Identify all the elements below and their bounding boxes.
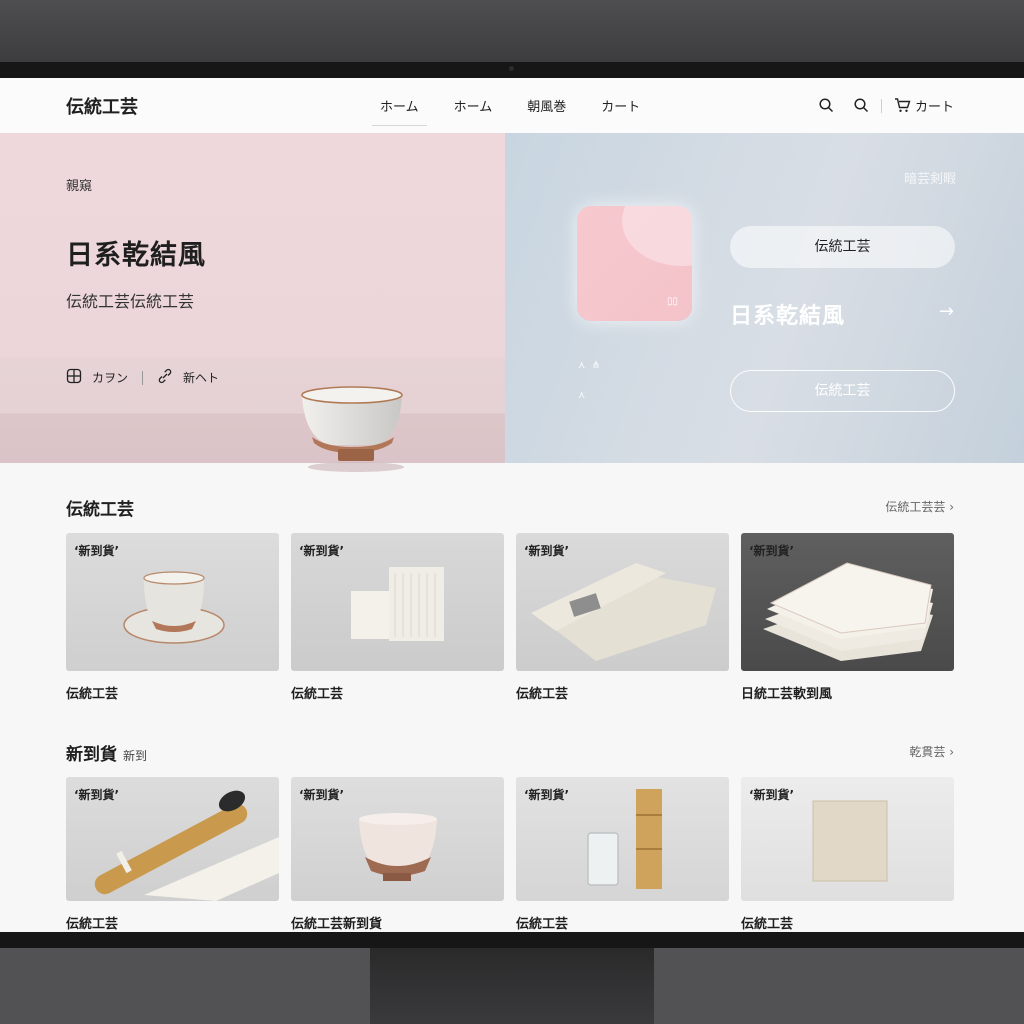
section-subtitle: 新到: [123, 749, 148, 763]
search-icon[interactable]: [819, 98, 834, 113]
tea-bowl-image: [301, 386, 404, 472]
product-title: 伝統工芸: [66, 917, 119, 932]
section-more-link[interactable]: 伝統工芸芸 ›: [885, 498, 954, 515]
product-card[interactable]: ‘新到貨’ 伝統工芸: [741, 777, 954, 932]
new-arrival-badge: ‘新到貨’: [749, 788, 795, 802]
background-floor: [654, 948, 1024, 1024]
site-logo[interactable]: 伝統工芸: [66, 93, 138, 119]
cart-button[interactable]: カート: [894, 96, 954, 115]
hero-right-label: 暗芸剣暇: [903, 172, 956, 187]
product-card[interactable]: ‘新到貨’ 日統工芸軟到風: [741, 533, 954, 702]
product-card[interactable]: ‘新到貨’ 伝統工芸: [291, 533, 504, 702]
top-navbar: 伝統工芸 ホーム ホーム 朝風巻 カート カート: [0, 78, 1024, 134]
tile-mark-icon: ▯▯: [666, 296, 678, 307]
product-card[interactable]: ‘新到貨’ 伝統工芸: [66, 533, 279, 702]
product-card[interactable]: ‘新到貨’ 伝統工芸新到貨: [291, 777, 504, 932]
action-divider: [142, 370, 144, 385]
search-icon[interactable]: [854, 98, 869, 113]
chevron-right-icon: ›: [949, 745, 954, 759]
hero-eyebrow: 親窺: [66, 179, 93, 194]
product-title: 伝統工芸: [516, 917, 569, 932]
product-image: ‘新到貨’: [66, 777, 279, 901]
nav-catalog[interactable]: 朝風巻: [527, 96, 566, 126]
hero-action-secondary[interactable]: 新ヘト: [183, 369, 219, 386]
new-arrival-badge: ‘新到貨’: [524, 544, 570, 558]
decorative-marks: ⋏ ⋔ ⋏: [578, 360, 601, 401]
nav-home-active[interactable]: ホーム: [372, 96, 427, 126]
outline-button[interactable]: 伝統工芸: [730, 370, 955, 412]
product-image: ‘新到貨’: [66, 533, 279, 671]
nav-home[interactable]: ホーム: [454, 96, 493, 126]
section-heading: 新到貨 新到: [66, 740, 147, 765]
product-grid: ‘新到貨’ 伝統工芸 ‘新到貨’ 伝統工芸新到貨 ‘新到貨’ 伝統工芸 ‘新到貨…: [66, 777, 954, 932]
product-image: ‘新到貨’: [291, 533, 504, 671]
more-link-label: 乾貫芸: [909, 745, 946, 759]
product-title: 伝統工芸新到貨: [291, 917, 383, 932]
feature-link[interactable]: 日系乾結風 →: [730, 298, 955, 330]
hero-subtitle: 伝統工芸伝統工芸: [66, 292, 195, 311]
new-arrival-badge: ‘新到貨’: [749, 544, 795, 558]
feature-pill-button[interactable]: 伝統工芸: [730, 226, 955, 268]
feature-link-label: 日系乾結風: [730, 304, 846, 329]
tile-highlight: [622, 206, 692, 266]
screen: 伝統工芸 ホーム ホーム 朝風巻 カート カート 親窺 日系乾結風 伝統工芸伝統…: [0, 78, 1024, 932]
section-more-link[interactable]: 乾貫芸 ›: [909, 743, 954, 760]
hero-actions: カヲン 新ヘト: [66, 368, 219, 387]
new-arrival-badge: ‘新到貨’: [299, 544, 345, 558]
new-arrival-badge: ‘新到貨’: [74, 788, 120, 802]
pink-app-tile[interactable]: ▯▯: [577, 206, 692, 321]
cart-icon: [894, 98, 911, 112]
nav-cart[interactable]: カート: [601, 96, 640, 126]
product-image: ‘新到貨’: [741, 777, 954, 901]
product-image: ‘新到貨’: [516, 533, 729, 671]
header-divider: [880, 98, 882, 113]
hero-title: 日系乾結風: [66, 240, 206, 271]
link-icon: [157, 368, 173, 387]
product-image: ‘新到貨’: [291, 777, 504, 901]
main-nav: ホーム ホーム 朝風巻 カート: [372, 96, 675, 126]
hero-banner-left: 親窺 日系乾結風 伝統工芸伝統工芸 カヲン 新ヘト: [0, 133, 505, 472]
monitor-stand: [370, 948, 654, 1024]
product-card[interactable]: ‘新到貨’ 伝統工芸: [516, 533, 729, 702]
product-title: 日統工芸軟到風: [741, 687, 833, 702]
arrow-right-icon: →: [938, 301, 955, 322]
product-title: 伝統工芸: [66, 687, 119, 702]
product-title: 伝統工芸: [516, 687, 569, 702]
section-title: 伝統工芸: [66, 500, 134, 520]
header-actions: カート: [819, 96, 954, 115]
more-link-label: 伝統工芸芸: [885, 500, 946, 514]
product-card[interactable]: ‘新到貨’ 伝統工芸: [66, 777, 279, 932]
product-card[interactable]: ‘新到貨’ 伝統工芸: [516, 777, 729, 932]
grid-icon: [66, 368, 82, 387]
section-heading: 伝統工芸: [66, 495, 134, 520]
background-floor: [0, 948, 370, 1024]
webcam: [509, 66, 514, 71]
product-grid: ‘新到貨’ 伝統工芸 ‘新到貨’ 伝統工芸 ‘新到貨’ 伝統工芸 ‘新到貨’ 日…: [66, 533, 954, 702]
hero-action-primary[interactable]: カヲン: [92, 369, 128, 386]
monitor-bezel-top: [0, 0, 1024, 64]
product-image: ‘新到貨’: [741, 533, 954, 671]
new-arrival-badge: ‘新到貨’: [299, 788, 345, 802]
product-image: ‘新到貨’: [516, 777, 729, 901]
hero-banner-right: 暗芸剣暇 ▯▯ ⋏ ⋔ ⋏ 伝統工芸 日系乾結風 → 伝統工芸: [505, 133, 1024, 463]
new-arrival-badge: ‘新到貨’: [524, 788, 570, 802]
new-arrival-badge: ‘新到貨’: [74, 544, 120, 558]
product-title: 伝統工芸: [741, 917, 794, 932]
chevron-right-icon: ›: [949, 500, 954, 514]
cart-label: カート: [914, 100, 954, 115]
section-title: 新到貨: [66, 745, 117, 765]
product-title: 伝統工芸: [291, 687, 344, 702]
